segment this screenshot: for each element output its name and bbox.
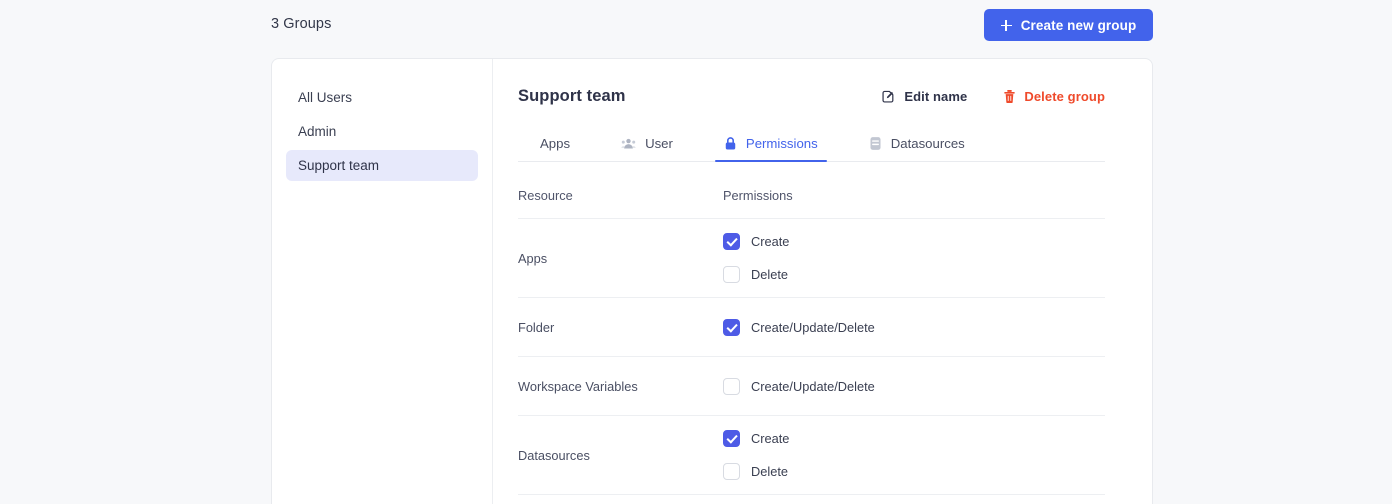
permission-cell: Create/Update/Delete: [723, 364, 1105, 409]
delete-group-label: Delete group: [1024, 88, 1105, 104]
lock-icon: [724, 136, 737, 151]
permission-label: Delete: [751, 267, 788, 282]
group-detail-panel: Support team Edit name Delete group Apps…: [493, 59, 1152, 504]
permission-label: Create: [751, 234, 790, 249]
page-root: 3 Groups Create new group All Users Admi…: [0, 0, 1392, 504]
table-row: Apps Create Delete: [518, 219, 1105, 298]
edit-name-label: Edit name: [904, 88, 968, 104]
tab-label: Permissions: [745, 136, 818, 151]
users-icon: [621, 137, 636, 150]
groups-card: All Users Admin Support team Support tea…: [271, 58, 1153, 504]
sidebar-item-all-users[interactable]: All Users: [286, 82, 478, 113]
sidebar-item-label: All Users: [298, 90, 353, 105]
column-header-resource: Resource: [518, 188, 573, 203]
sidebar-item-label: Admin: [298, 124, 337, 139]
permission-cell: Create Delete: [723, 416, 1105, 494]
checkbox-icon[interactable]: [723, 430, 740, 447]
group-header: Support team Edit name Delete group: [518, 59, 1128, 119]
table-row: Datasources Create Delete: [518, 416, 1105, 495]
tab-label: User: [645, 136, 673, 151]
group-title: Support team: [518, 86, 626, 105]
permission-cell: Create Delete: [723, 219, 1105, 297]
permission-checkbox-apps-create[interactable]: Create: [723, 233, 1105, 250]
permission-label: Create/Update/Delete: [751, 378, 875, 394]
create-new-group-button[interactable]: Create new group: [984, 9, 1153, 41]
grid-icon: [518, 137, 531, 150]
tab-label: Datasources: [890, 136, 965, 151]
permission-checkbox-workspace-variables-cud[interactable]: Create/Update/Delete: [723, 377, 1105, 395]
sidebar-item-label: Support team: [298, 158, 380, 173]
permission-checkbox-datasources-create[interactable]: Create: [723, 430, 1105, 447]
sidebar-item-support-team[interactable]: Support team: [286, 150, 478, 181]
group-header-actions: Edit name Delete group: [881, 89, 1128, 104]
checkbox-icon[interactable]: [723, 233, 740, 250]
permission-label: Create/Update/Delete: [751, 319, 875, 335]
resource-name: Folder: [518, 319, 555, 335]
permissions-table: Resource Permissions Apps Create Delete …: [518, 188, 1105, 495]
tab-label: Apps: [540, 136, 571, 151]
permission-cell: Create/Update/Delete: [723, 305, 1105, 350]
table-row: Folder Create/Update/Delete: [518, 298, 1105, 357]
tab-permissions[interactable]: Permissions: [714, 126, 836, 162]
permission-checkbox-folder-cud[interactable]: Create/Update/Delete: [723, 318, 1105, 336]
checkbox-icon[interactable]: [723, 318, 740, 336]
resource-name: Datasources: [518, 447, 590, 463]
edit-pencil-icon: [881, 89, 896, 104]
permission-label: Delete: [751, 464, 788, 479]
permission-checkbox-apps-delete[interactable]: Delete: [723, 266, 1105, 283]
delete-group-button[interactable]: Delete group: [1003, 89, 1105, 104]
tab-apps[interactable]: Apps: [518, 126, 588, 161]
resource-name: Workspace Variables: [518, 378, 638, 394]
checkbox-icon[interactable]: [723, 377, 740, 395]
table-header-row: Resource Permissions: [518, 188, 1105, 219]
checkbox-icon[interactable]: [723, 463, 740, 480]
permission-label: Create: [751, 431, 790, 446]
resource-name: Apps: [518, 250, 548, 266]
plus-icon: [1000, 19, 1012, 31]
edit-name-button[interactable]: Edit name: [881, 89, 967, 104]
top-bar: 3 Groups Create new group: [0, 0, 1392, 50]
column-header-permissions: Permissions: [723, 188, 793, 203]
groups-sidebar: All Users Admin Support team: [272, 59, 493, 504]
permission-checkbox-datasources-delete[interactable]: Delete: [723, 463, 1105, 480]
database-icon: [869, 136, 882, 151]
checkbox-icon[interactable]: [723, 266, 740, 283]
group-tabs: Apps User Permissions Datasources: [518, 125, 1105, 162]
table-row: Workspace Variables Create/Update/Delete: [518, 357, 1105, 416]
groups-count-label: 3 Groups: [271, 16, 332, 32]
tab-user[interactable]: User: [621, 126, 691, 161]
trash-icon: [1003, 89, 1016, 104]
tab-datasources[interactable]: Datasources: [869, 126, 983, 161]
create-new-group-label: Create new group: [1020, 17, 1137, 33]
sidebar-item-admin[interactable]: Admin: [286, 116, 478, 147]
